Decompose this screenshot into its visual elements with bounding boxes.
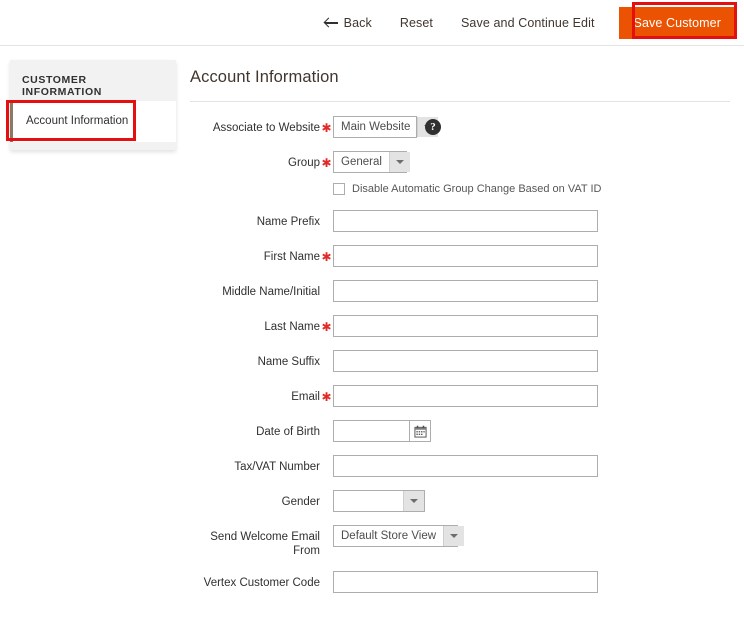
field-name-prefix: Name Prefix bbox=[190, 210, 730, 232]
field-group: Group ✱ General bbox=[190, 151, 730, 173]
page-actions-group: Back Reset Save and Continue Edit Save C… bbox=[315, 0, 736, 46]
label-email: Email bbox=[291, 391, 320, 403]
control-tax-vat-number bbox=[333, 455, 730, 477]
tax-vat-number-input[interactable] bbox=[333, 455, 598, 477]
label-tax-vat-number: Tax/VAT Number bbox=[234, 461, 320, 473]
required-spacer bbox=[320, 280, 333, 285]
required-marker-group: ✱ bbox=[321, 156, 332, 170]
associate-to-website-value: Main Website bbox=[341, 121, 411, 133]
sidebar-item-account-information[interactable]: Account Information bbox=[10, 101, 176, 142]
control-last-name bbox=[333, 315, 730, 337]
field-email: Email ✱ bbox=[190, 385, 730, 407]
calendar-icon[interactable] bbox=[409, 420, 431, 442]
row-disable-automatic-group-change: Disable Automatic Group Change Based on … bbox=[333, 182, 730, 196]
arrow-left-icon bbox=[324, 17, 338, 29]
middle-name-initial-input[interactable] bbox=[333, 280, 598, 302]
control-first-name bbox=[333, 245, 730, 267]
required-spacer bbox=[320, 571, 333, 576]
sidebar-title: CUSTOMER INFORMATION bbox=[10, 60, 176, 101]
reset-button[interactable]: Reset bbox=[386, 10, 447, 36]
label-name-prefix: Name Prefix bbox=[256, 216, 320, 228]
page-title: Account Information bbox=[190, 68, 339, 86]
required-spacer bbox=[320, 490, 333, 495]
help-icon[interactable]: ? bbox=[425, 119, 441, 135]
gender-select[interactable] bbox=[333, 490, 425, 512]
control-name-prefix bbox=[333, 210, 730, 232]
control-vertex-customer-code bbox=[333, 571, 730, 593]
save-and-continue-edit-button[interactable]: Save and Continue Edit bbox=[447, 10, 609, 36]
back-button[interactable]: Back bbox=[315, 10, 386, 36]
control-group: General bbox=[333, 151, 730, 173]
vertex-customer-code-input[interactable] bbox=[333, 571, 598, 593]
label-last-name: Last Name bbox=[264, 321, 320, 333]
label-group: Group bbox=[288, 157, 320, 169]
name-prefix-input[interactable] bbox=[333, 210, 598, 232]
date-of-birth-input[interactable] bbox=[333, 420, 409, 442]
label-name-suffix: Name Suffix bbox=[257, 356, 320, 368]
label-vertex-customer-code: Vertex Customer Code bbox=[203, 577, 320, 589]
send-welcome-email-from-value: Default Store View bbox=[341, 530, 437, 542]
first-name-input[interactable] bbox=[333, 245, 598, 267]
sidebar-footer-strip bbox=[10, 142, 176, 150]
chevron-down-icon bbox=[388, 152, 410, 172]
page-actions-bar: Back Reset Save and Continue Edit Save C… bbox=[0, 0, 744, 46]
associate-to-website-select[interactable]: Main Website bbox=[333, 116, 439, 138]
required-marker-last-name: ✱ bbox=[321, 320, 332, 334]
required-marker-associate-to-website: ✱ bbox=[321, 121, 332, 135]
control-gender bbox=[333, 490, 730, 512]
section-divider bbox=[190, 101, 730, 102]
control-send-welcome-email-from: Default Store View bbox=[333, 525, 730, 547]
field-tax-vat-number: Tax/VAT Number bbox=[190, 455, 730, 477]
required-marker-email: ✱ bbox=[321, 390, 332, 404]
field-vertex-customer-code: Vertex Customer Code bbox=[190, 571, 730, 593]
field-associate-to-website: Associate to Website ✱ Main Website ? bbox=[190, 116, 730, 138]
save-customer-wrapper: Save Customer bbox=[618, 7, 736, 39]
last-name-input[interactable] bbox=[333, 315, 598, 337]
chevron-down-icon bbox=[443, 526, 465, 546]
required-spacer bbox=[320, 350, 333, 355]
control-date-of-birth bbox=[333, 420, 730, 442]
save-customer-button[interactable]: Save Customer bbox=[618, 7, 736, 39]
field-name-suffix: Name Suffix bbox=[190, 350, 730, 372]
label-middle-name-initial: Middle Name/Initial bbox=[222, 286, 320, 298]
back-button-label: Back bbox=[343, 16, 372, 30]
group-value: General bbox=[341, 156, 382, 168]
required-spacer bbox=[320, 525, 333, 530]
control-name-suffix bbox=[333, 350, 730, 372]
sidebar-item-label: Account Information bbox=[26, 115, 129, 127]
email-field[interactable] bbox=[333, 385, 598, 407]
label-gender: Gender bbox=[281, 496, 320, 508]
label-send-welcome-email-from: Send Welcome Email From bbox=[210, 531, 320, 557]
field-send-welcome-email-from: Send Welcome Email From Default Store Vi… bbox=[190, 525, 730, 558]
required-spacer bbox=[320, 420, 333, 425]
gender-value bbox=[334, 491, 403, 511]
field-first-name: First Name ✱ bbox=[190, 245, 730, 267]
required-marker-first-name: ✱ bbox=[321, 250, 332, 264]
label-date-of-birth: Date of Birth bbox=[256, 426, 320, 438]
date-of-birth-group bbox=[333, 420, 431, 442]
field-gender: Gender bbox=[190, 490, 730, 512]
disable-automatic-group-change-label: Disable Automatic Group Change Based on … bbox=[352, 183, 602, 195]
label-associate-to-website: Associate to Website bbox=[212, 122, 320, 134]
control-email bbox=[333, 385, 730, 407]
customer-information-sidebar: CUSTOMER INFORMATION Account Information bbox=[10, 60, 176, 150]
control-middle-name-initial bbox=[333, 280, 730, 302]
control-associate-to-website: Main Website ? bbox=[333, 116, 730, 138]
label-first-name: First Name bbox=[263, 251, 320, 263]
disable-automatic-group-change-checkbox[interactable] bbox=[333, 183, 345, 195]
send-welcome-email-from-select[interactable]: Default Store View bbox=[333, 525, 465, 547]
chevron-down-icon bbox=[403, 491, 424, 511]
group-select[interactable]: General bbox=[333, 151, 410, 173]
required-spacer bbox=[320, 210, 333, 215]
account-information-panel: Account Information Associate to Website… bbox=[190, 60, 730, 606]
field-date-of-birth: Date of Birth bbox=[190, 420, 730, 442]
name-suffix-input[interactable] bbox=[333, 350, 598, 372]
field-middle-name-initial: Middle Name/Initial bbox=[190, 280, 730, 302]
field-last-name: Last Name ✱ bbox=[190, 315, 730, 337]
required-spacer bbox=[320, 455, 333, 460]
